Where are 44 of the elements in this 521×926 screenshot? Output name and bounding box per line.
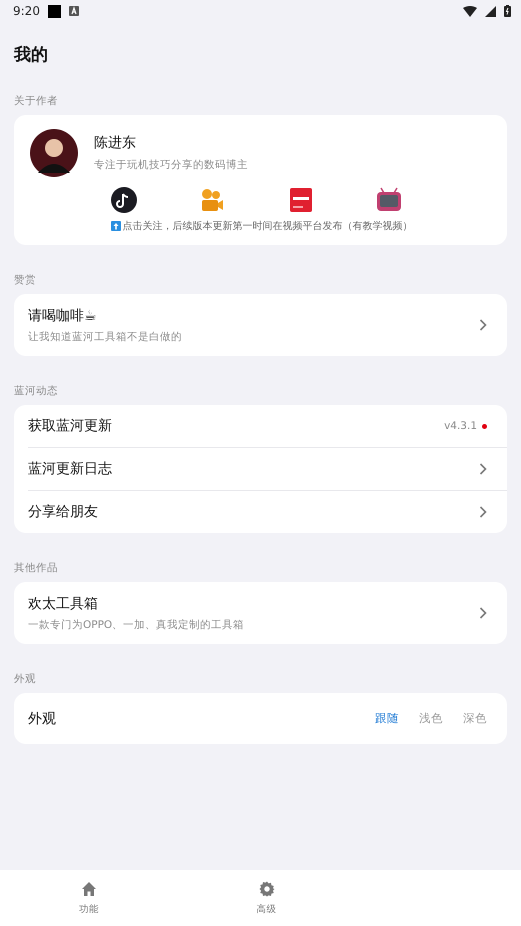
version-label: v4.3.1 (444, 420, 477, 432)
row-title: 获取蓝河更新 (28, 417, 113, 435)
status-time: 9:20 (13, 4, 40, 18)
wifi-icon (463, 6, 477, 16)
follow-hint: 点击关注，后续版本更新第一时间在视频平台发布（有教学视频） (122, 220, 412, 233)
avatar (30, 129, 78, 177)
row-subtitle: 一款专门为OPPO、一加、真我定制的工具箱 (28, 618, 246, 632)
section-header: 其他作品 (14, 561, 59, 575)
section-header: 蓝河动态 (14, 384, 59, 398)
chevron-right-icon (479, 506, 487, 518)
battery-icon (504, 5, 511, 17)
settings-icon (258, 880, 274, 896)
author-name: 陈进东 (94, 134, 137, 152)
settings-row[interactable]: 获取蓝河更新 v4.3.1 (14, 405, 507, 447)
notification-icon (68, 6, 79, 16)
section-header: 赞赏 (14, 273, 37, 287)
chevron-right-icon (479, 319, 487, 331)
chevron-right-icon (479, 607, 487, 619)
page-title: 我的 (14, 44, 49, 66)
author-bio: 专注于玩机技巧分享的数码博主 (94, 158, 248, 172)
chevron-right-icon (479, 463, 487, 475)
settings-row[interactable]: 外观 跟随 浅色 深色 (14, 693, 507, 744)
row-title: 外观 (28, 710, 57, 728)
nav-tab[interactable]: 高级 (178, 880, 356, 916)
row-title: 请喝咖啡☕ (28, 306, 98, 324)
settings-row[interactable]: 欢太工具箱 一款专门为OPPO、一加、真我定制的工具箱 (14, 582, 507, 644)
tv-icon[interactable] (376, 187, 402, 213)
settings-row[interactable]: 请喝咖啡☕ 让我知道蓝河工具箱不是白做的 (14, 294, 507, 356)
section-header: 外观 (14, 672, 37, 686)
row-title: 分享给朋友 (28, 503, 99, 521)
notification-icon (48, 4, 61, 18)
signal-icon (485, 6, 496, 16)
row-title: 欢太工具箱 (28, 594, 99, 612)
settings-row[interactable]: 分享给朋友 (14, 491, 507, 533)
row-subtitle: 让我知道蓝河工具箱不是白做的 (28, 330, 183, 344)
music-note-icon[interactable] (111, 187, 138, 213)
section-header: 关于作者 (14, 94, 59, 108)
settings-row[interactable]: 蓝河更新日志 (14, 448, 507, 490)
home-icon (80, 880, 97, 896)
row-title: 蓝河更新日志 (28, 460, 113, 478)
up-arrow-icon (110, 221, 120, 231)
theme-option[interactable]: 跟随 (375, 711, 399, 726)
book-icon[interactable] (288, 187, 314, 213)
nav-tab[interactable]: 功能 (0, 880, 178, 916)
